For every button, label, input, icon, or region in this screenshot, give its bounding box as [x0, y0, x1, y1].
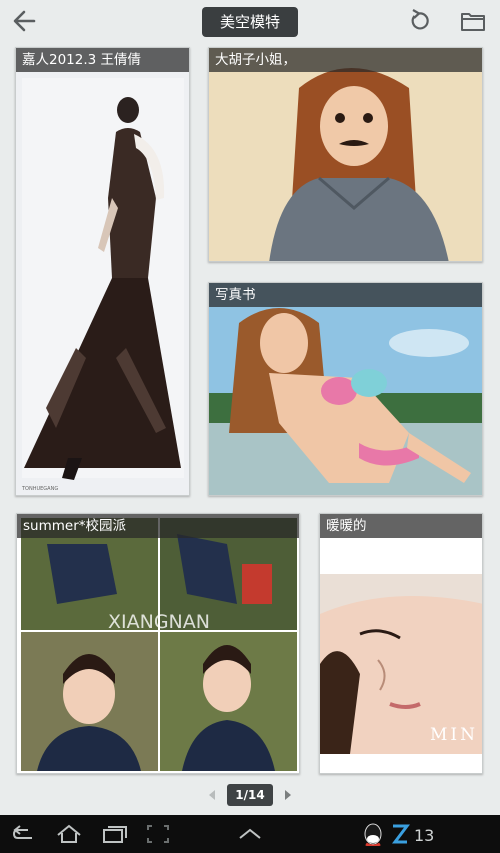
page-prev-icon[interactable] — [206, 788, 218, 802]
z-logo-icon — [392, 824, 410, 844]
top-bar: 美空模特 — [0, 0, 500, 42]
back-icon[interactable] — [10, 822, 38, 846]
folder-icon — [461, 13, 485, 31]
recent-apps-icon[interactable] — [100, 822, 130, 846]
album-title: 嘉人2012.3 王倩倩 — [16, 48, 189, 72]
album-title: summer*校园派 — [17, 514, 299, 538]
clock: 13 — [414, 826, 435, 845]
album-photo — [209, 283, 482, 495]
photo-watermark: XIANGNAN — [108, 611, 210, 633]
refresh-button[interactable] — [404, 6, 434, 36]
album-card[interactable]: 写真书 — [208, 282, 483, 496]
back-button[interactable] — [8, 6, 42, 36]
album-photo: TONHUEGANG — [16, 48, 189, 495]
screenshot-icon[interactable] — [144, 822, 172, 846]
refresh-icon — [411, 9, 429, 30]
album-photo: XIANGNAN — [17, 514, 299, 773]
album-title: 暖暖的 — [320, 514, 482, 538]
album-photo: MIN — [320, 514, 482, 773]
album-card[interactable]: XIANGNAN summer*校园派 — [16, 513, 300, 774]
page-next-icon[interactable] — [282, 788, 294, 802]
album-photo — [209, 48, 482, 261]
album-title: 写真书 — [209, 283, 482, 307]
page-indicator: 1/14 — [227, 784, 273, 806]
system-nav-bar: 13 — [0, 815, 500, 853]
pager: 1/14 — [0, 784, 500, 806]
album-card[interactable]: MIN 暖暖的 — [319, 513, 483, 774]
page-title: 美空模特 — [202, 7, 298, 37]
album-title: 大胡子小姐， — [209, 48, 482, 72]
photo-watermark: MIN — [430, 725, 478, 745]
up-arrow-icon[interactable] — [236, 822, 264, 846]
home-icon[interactable] — [54, 822, 84, 846]
arrow-left-icon — [13, 10, 36, 32]
album-card[interactable]: TONHUEGANG 嘉人2012.3 王倩倩 — [15, 47, 190, 496]
folder-button[interactable] — [458, 6, 488, 36]
photo-watermark: TONHUEGANG — [21, 486, 58, 492]
qq-icon[interactable] — [360, 822, 386, 846]
album-card[interactable]: 大胡子小姐， — [208, 47, 483, 262]
